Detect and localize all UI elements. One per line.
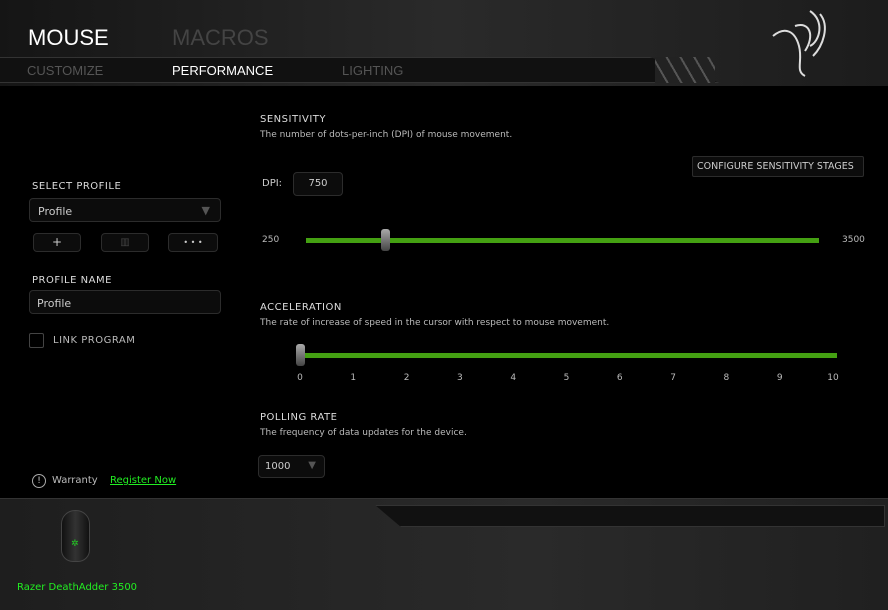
acceleration-tick-label: 5 [563, 373, 570, 383]
acceleration-tick-label: 2 [403, 373, 410, 383]
profile-dropdown[interactable]: Profile ▼ [29, 198, 221, 222]
acceleration-tick-label: 9 [776, 373, 783, 383]
sensitivity-title: SENSITIVITY [260, 114, 327, 125]
dpi-label: DPI: [262, 178, 283, 189]
acceleration-tick-label: 0 [297, 373, 303, 383]
chevron-down-icon: ▼ [308, 460, 316, 471]
subtab-performance[interactable]: PERFORMANCE [172, 63, 273, 78]
configure-sensitivity-stages-button[interactable]: CONFIGURE SENSITIVITY STAGES [692, 156, 864, 177]
acceleration-tick-label: 7 [670, 373, 676, 383]
profile-dropdown-value: Profile [38, 205, 73, 218]
dpi-slider-thumb[interactable] [380, 229, 390, 251]
subtab-lighting[interactable]: LIGHTING [342, 63, 403, 78]
chevron-down-icon: ▼ [201, 204, 210, 217]
dpi-input[interactable]: 750 [293, 172, 343, 196]
stripe-decoration [655, 57, 715, 83]
subtab-customize[interactable]: CUSTOMIZE [27, 63, 103, 78]
select-profile-label: SELECT PROFILE [32, 181, 122, 192]
info-icon: ! [32, 474, 46, 488]
register-now-link[interactable]: Register Now [110, 475, 176, 486]
link-program-label: LINK PROGRAM [53, 335, 136, 346]
sensitivity-description: The number of dots-per-inch (DPI) of mou… [260, 130, 513, 140]
polling-rate-title: POLLING RATE [260, 412, 338, 423]
acceleration-tick-label: 3 [457, 373, 463, 383]
profile-name-input[interactable]: Profile [29, 290, 221, 314]
acceleration-slider-thumb[interactable] [296, 344, 305, 366]
add-profile-button[interactable]: + [33, 233, 81, 252]
acceleration-description: The rate of increase of speed in the cur… [260, 318, 610, 328]
polling-rate-description: The frequency of data updates for the de… [260, 428, 467, 438]
acceleration-tick-label: 8 [723, 373, 730, 383]
acceleration-slider-track[interactable] [296, 353, 837, 358]
tab-macros[interactable]: MACROS [172, 25, 269, 51]
footer-bar [375, 505, 885, 527]
device-name: Razer DeathAdder 3500 [17, 582, 138, 593]
acceleration-tick-label: 1 [350, 373, 357, 383]
profile-name-label: PROFILE NAME [32, 275, 112, 286]
delete-profile-button[interactable]: ▥ [101, 233, 149, 252]
polling-rate-value: 1000 [265, 461, 291, 472]
dpi-max-label: 3500 [842, 235, 865, 245]
tab-mouse[interactable]: MOUSE [28, 25, 109, 51]
razer-logo-icon [772, 10, 826, 77]
trash-icon: ▥ [120, 237, 130, 248]
dpi-min-label: 250 [262, 235, 280, 245]
link-program-checkbox[interactable] [29, 333, 44, 348]
acceleration-title: ACCELERATION [260, 302, 342, 313]
acceleration-tick-label: 6 [616, 373, 623, 383]
acceleration-tick-label: 4 [510, 373, 517, 383]
polling-rate-dropdown[interactable]: 1000 ▼ [258, 455, 325, 478]
razer-logo-icon: ✲ [71, 539, 79, 549]
more-options-button[interactable]: • • • [168, 233, 218, 252]
mouse-device-image[interactable]: ✲ [61, 510, 90, 562]
warranty-label: Warranty [52, 475, 98, 486]
acceleration-tick-label: 10 [827, 373, 839, 383]
